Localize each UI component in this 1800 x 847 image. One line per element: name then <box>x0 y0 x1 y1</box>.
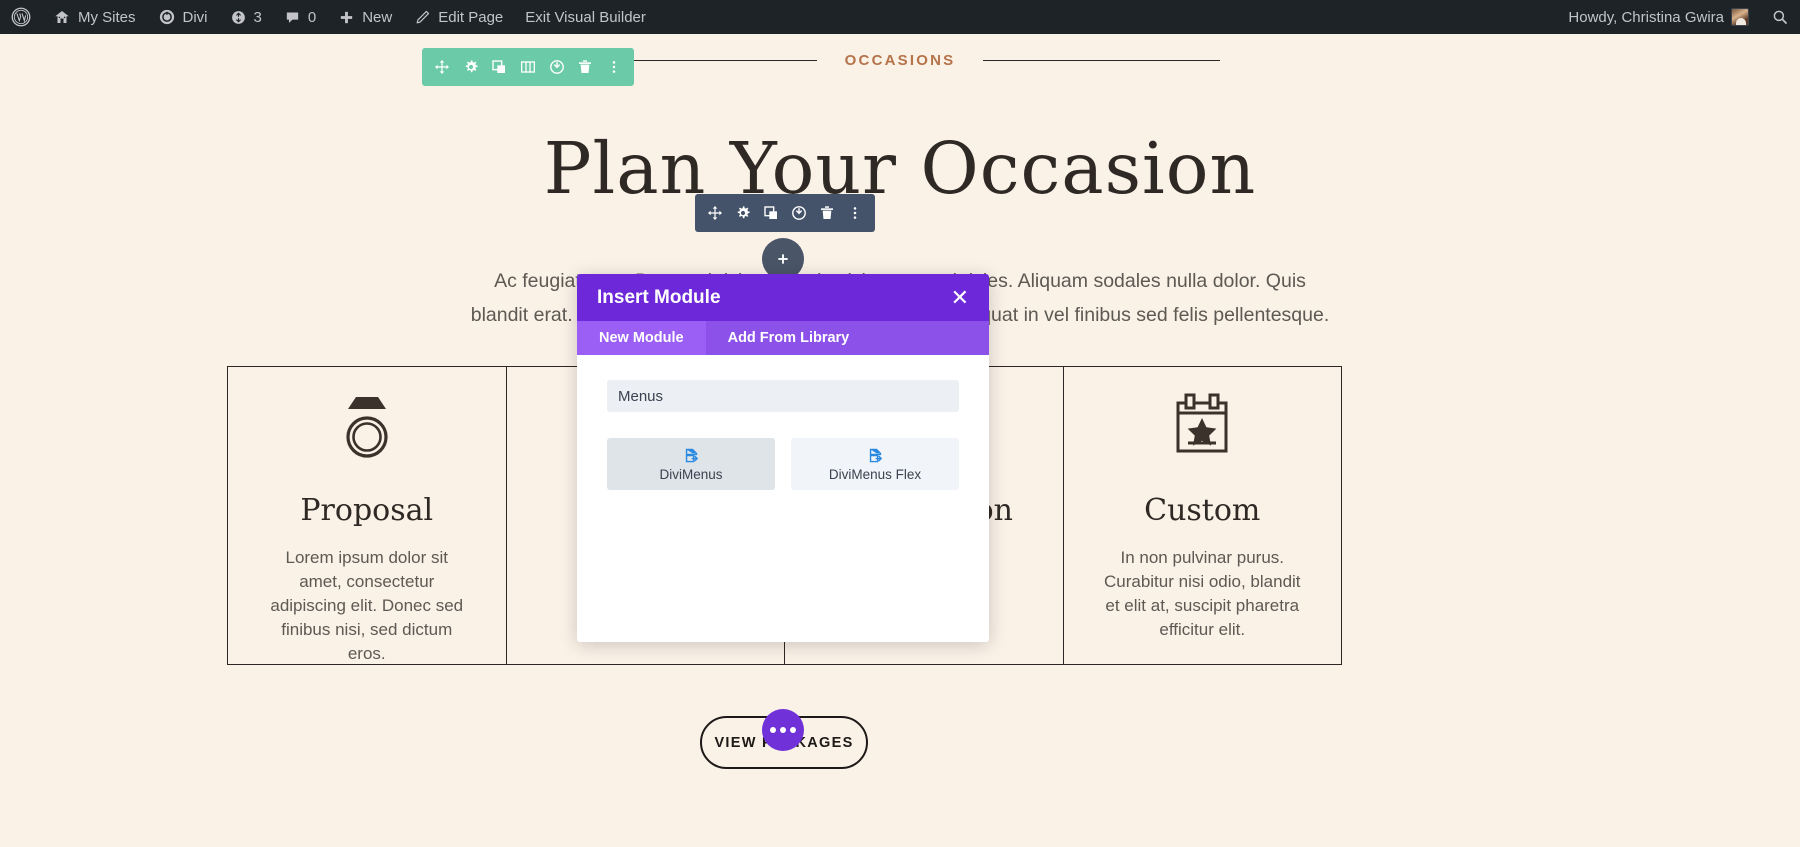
more-horizontal-icon <box>770 727 776 733</box>
gear-icon[interactable] <box>729 194 757 232</box>
calendar-star-icon <box>1064 387 1342 467</box>
section-toolbar[interactable] <box>422 48 634 86</box>
module-search-input[interactable] <box>607 380 959 412</box>
admin-bar-edit-page[interactable]: Edit Page <box>403 0 514 34</box>
columns-icon[interactable] <box>514 48 543 86</box>
divi-icon <box>158 8 176 26</box>
module-card-label: DiviMenus Flex <box>828 466 922 482</box>
trash-icon[interactable] <box>813 194 841 232</box>
admin-bar-howdy-label: Howdy, Christina Gwira <box>1568 8 1724 26</box>
more-vertical-icon[interactable] <box>599 48 628 86</box>
divimenus-icon <box>867 447 884 464</box>
gear-icon[interactable] <box>457 48 486 86</box>
admin-bar-my-sites[interactable]: My Sites <box>42 0 147 34</box>
modal-tab-bar: New Module Add From Library <box>577 321 989 355</box>
admin-bar-new[interactable]: New <box>327 0 403 34</box>
avatar <box>1731 8 1749 26</box>
close-icon[interactable]: ✕ <box>951 286 969 309</box>
admin-bar-divi-label: Divi <box>182 8 208 26</box>
admin-bar-comments-count: 0 <box>307 8 317 26</box>
admin-bar-edit-page-label: Edit Page <box>438 8 504 26</box>
admin-bar-search[interactable] <box>1760 0 1800 34</box>
power-icon[interactable] <box>542 48 571 86</box>
admin-bar-account[interactable]: Howdy, Christina Gwira <box>1557 0 1760 34</box>
pencil-icon <box>414 9 431 26</box>
wp-admin-bar: My Sites Divi 3 0 New Edit Page Exit Vis… <box>0 0 1800 34</box>
occasion-card-proposal: Proposal Lorem ipsum dolor sit amet, con… <box>228 367 506 664</box>
occasion-card-body: Lorem ipsum dolor sit amet, consectetur … <box>270 548 464 663</box>
admin-bar-wordpress-logo[interactable] <box>0 0 42 34</box>
plus-icon <box>338 9 355 26</box>
comments-icon <box>284 9 301 26</box>
modal-header: Insert Module ✕ <box>577 274 989 321</box>
power-icon[interactable] <box>785 194 813 232</box>
row-toolbar[interactable] <box>695 194 875 232</box>
divimenus-icon <box>683 447 700 464</box>
move-icon[interactable] <box>428 48 457 86</box>
admin-bar-divi[interactable]: Divi <box>147 0 219 34</box>
duplicate-icon[interactable] <box>485 48 514 86</box>
page-title: Plan Your Occasion <box>543 127 1257 210</box>
occasion-card-title: Custom <box>1144 493 1261 528</box>
trash-icon[interactable] <box>571 48 600 86</box>
tab-new-module[interactable]: New Module <box>577 321 706 355</box>
wordpress-logo-icon <box>11 7 31 27</box>
module-card-divimenus[interactable]: DiviMenus <box>607 438 775 490</box>
occasion-card-title: Proposal <box>300 493 434 528</box>
module-card-label: DiviMenus <box>659 466 723 482</box>
admin-bar-comments[interactable]: 0 <box>273 0 327 34</box>
module-results-list: DiviMenus DiviMenus Flex <box>607 438 959 490</box>
module-card-divimenus-flex[interactable]: DiviMenus Flex <box>791 438 959 490</box>
admin-bar-new-label: New <box>362 8 393 26</box>
duplicate-icon[interactable] <box>757 194 785 232</box>
admin-bar-updates-count: 3 <box>253 8 262 26</box>
more-horizontal-icon <box>790 727 796 733</box>
search-icon <box>1771 8 1789 26</box>
eyebrow-label: OCCASIONS <box>844 52 956 69</box>
floating-more-button[interactable] <box>762 709 804 751</box>
move-icon[interactable] <box>701 194 729 232</box>
insert-module-modal: Insert Module ✕ New Module Add From Libr… <box>577 274 989 642</box>
page-canvas: OCCASIONS Plan Your Occasion Ac feugiat … <box>0 34 1800 847</box>
admin-bar-updates[interactable]: 3 <box>219 0 273 34</box>
more-vertical-icon[interactable] <box>841 194 869 232</box>
admin-bar-exit-visual-builder-label: Exit Visual Builder <box>525 8 646 26</box>
admin-bar-exit-visual-builder[interactable]: Exit Visual Builder <box>514 0 657 34</box>
modal-body: DiviMenus DiviMenus Flex <box>577 355 989 642</box>
tab-add-from-library[interactable]: Add From Library <box>706 321 872 355</box>
occasion-card-custom: Custom In non pulvinar purus. Curabitur … <box>1062 367 1342 664</box>
engagement-ring-icon <box>228 387 506 467</box>
admin-bar-my-sites-label: My Sites <box>78 8 136 26</box>
eyebrow-rule-right <box>983 60 1221 61</box>
section-eyebrow: OCCASIONS <box>0 52 1800 69</box>
plus-icon <box>778 254 788 264</box>
modal-title: Insert Module <box>597 286 721 308</box>
more-horizontal-icon <box>780 727 786 733</box>
sites-icon <box>53 8 71 26</box>
updates-icon <box>230 9 247 26</box>
occasion-card-body: In non pulvinar purus. Curabitur nisi od… <box>1103 548 1301 639</box>
